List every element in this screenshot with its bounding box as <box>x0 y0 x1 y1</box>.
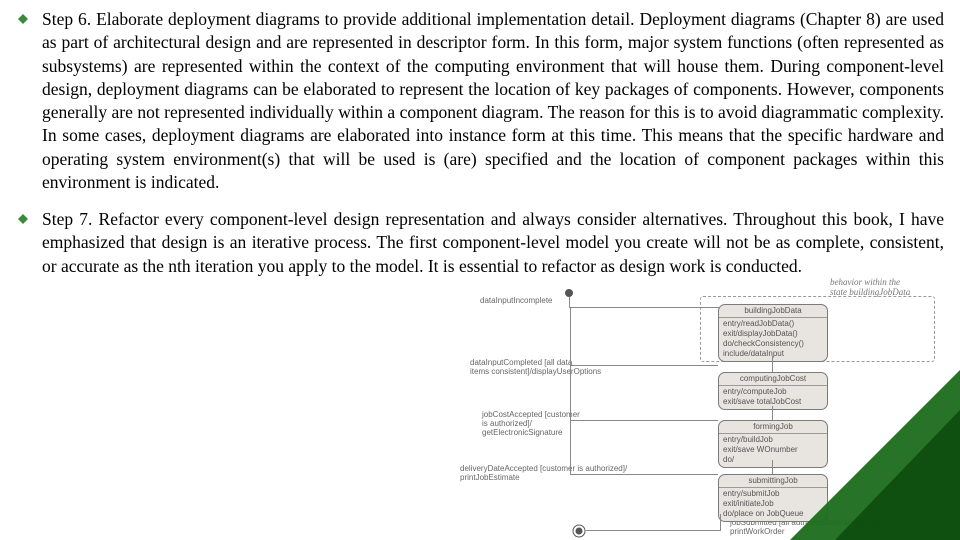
label-datainput-completed: dataInputCompleted [all data items consi… <box>470 358 601 376</box>
final-state-icon <box>572 524 586 538</box>
slide-content: Step 6. Elaborate deployment diagrams to… <box>0 0 960 278</box>
label-jobcost-accepted: jobCostAccepted [customer is authorized]… <box>482 410 580 438</box>
state-computingjobcost: computingJobCost entry/computeJob exit/s… <box>718 372 828 410</box>
diamond-bullet-icon <box>18 14 36 24</box>
step-7-text: Step 7. Refactor every component-level d… <box>42 208 944 278</box>
bullet-step-6: Step 6. Elaborate deployment diagrams to… <box>18 8 944 194</box>
state-submittingjob: submittingJob entry/submitJob exit/initi… <box>718 474 828 522</box>
bullet-step-7: Step 7. Refactor every component-level d… <box>18 208 944 278</box>
label-datainput-incomplete: dataInputIncomplete <box>480 296 553 305</box>
state-buildingjobdata: buildingJobData entry/readJobData() exit… <box>718 304 828 362</box>
step-6-text: Step 6. Elaborate deployment diagrams to… <box>42 8 944 194</box>
diamond-bullet-icon <box>18 214 36 224</box>
annotation-behavior: behavior within the state buildingJobDat… <box>830 278 910 298</box>
state-formingjob: formingJob entry/buildJob exit/save WOnu… <box>718 420 828 468</box>
